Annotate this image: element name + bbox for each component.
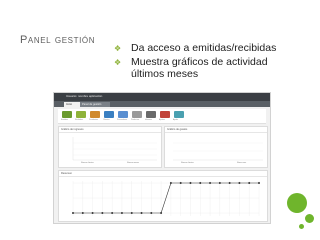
toolbar-button[interactable] <box>160 111 170 118</box>
data-point <box>189 182 192 184</box>
legend-label: Nuevo mes <box>237 162 247 164</box>
toolbar-button-label: Emitidas <box>61 119 68 121</box>
data-point <box>130 212 133 214</box>
panel-title: Gráfico de gastos <box>167 128 188 131</box>
panel-title: Gráfico de ingresos <box>61 128 84 131</box>
data-point <box>72 212 74 214</box>
data-point <box>199 182 202 184</box>
toolbar-button-label: Clientes <box>103 119 110 121</box>
panel-title: Resumen <box>61 172 73 175</box>
toolbar-button[interactable] <box>76 111 86 118</box>
bullet-item: ❖ Muestra gráficos de actividad últimos … <box>114 56 294 80</box>
toolbar-button[interactable] <box>146 111 156 118</box>
data-point <box>91 212 94 214</box>
data-point <box>179 182 182 184</box>
toolbar-button-label: Ayuda <box>173 119 179 121</box>
data-point <box>238 182 241 184</box>
bullet-icon: ❖ <box>114 44 122 53</box>
decorative-circle <box>305 214 314 223</box>
app-tabs: Inicio Panel de gestión <box>54 101 270 107</box>
toolbar-button-label: Proveedores <box>117 119 128 121</box>
legend-label: Nuevos meses <box>127 162 139 164</box>
toolbar-button-label: Productos <box>131 119 140 121</box>
data-point <box>209 182 212 184</box>
data-point <box>81 212 84 214</box>
bullet-list: ❖ Da acceso a emitidas/recibidas ❖ Muest… <box>114 42 294 82</box>
toolbar-button-label: Recibidas <box>75 119 83 121</box>
data-point <box>248 182 251 184</box>
toolbar-button[interactable] <box>62 111 72 118</box>
toolbar-button[interactable] <box>90 111 100 118</box>
app-topbar: Usuario: nombre aplicación <box>54 93 270 101</box>
summary-chart-panel: Resumen <box>58 170 268 222</box>
app-screenshot: Usuario: nombre aplicación Inicio Panel … <box>53 92 271 224</box>
toolbar-button-label: Ajustes <box>159 119 165 121</box>
legend-label: Nuevos clientes <box>81 162 94 164</box>
slide-title: Panel gestión <box>20 34 96 46</box>
bullet-icon: ❖ <box>114 58 122 67</box>
data-point <box>101 212 104 214</box>
app-toolbar: Emitidas Recibidas Pendientes Clientes Prove… <box>58 109 266 124</box>
toolbar-button[interactable] <box>118 111 128 118</box>
toolbar-button[interactable] <box>104 111 114 118</box>
data-point <box>111 212 114 214</box>
data-point <box>218 182 221 184</box>
expense-chart-panel: Gráfico de gastos Nuevos clientes Nuevo … <box>164 126 268 168</box>
decorative-circle <box>287 193 307 213</box>
summary-line-chart <box>72 181 260 216</box>
legend-label: Nuevos clientes <box>181 162 194 164</box>
data-point <box>140 212 143 214</box>
toolbar-button[interactable] <box>132 111 142 118</box>
data-point <box>150 212 153 214</box>
income-chart <box>72 137 157 161</box>
income-chart-panel: Gráfico de ingresos Nuevos clientes Nuev… <box>58 126 162 168</box>
decorative-circle <box>299 224 304 229</box>
toolbar-button[interactable] <box>174 111 184 118</box>
data-point <box>120 212 123 214</box>
data-point <box>169 182 172 184</box>
data-point <box>258 182 260 184</box>
bullet-item: ❖ Da acceso a emitidas/recibidas <box>114 42 294 54</box>
app-title: Usuario: nombre aplicación <box>66 94 103 98</box>
toolbar-button-label: Pendientes <box>89 119 98 121</box>
bullet-text: Da acceso a emitidas/recibidas <box>131 42 277 54</box>
data-point <box>160 212 163 214</box>
data-point <box>228 182 231 184</box>
tab-panel-gestion[interactable]: Panel de gestión <box>80 102 110 107</box>
toolbar-button-label: Informes <box>145 119 152 121</box>
bullet-text: Muestra gráficos de actividad últimos me… <box>131 56 268 80</box>
